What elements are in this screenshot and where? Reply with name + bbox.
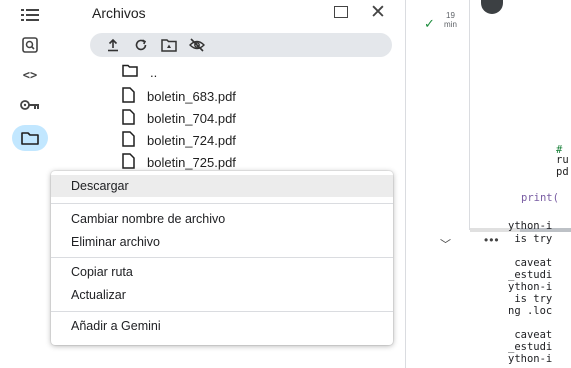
files-toolbar: [90, 33, 392, 57]
refresh-icon[interactable]: [132, 36, 150, 54]
rename-menu-item[interactable]: Cambiar nombre de archivo: [51, 208, 393, 230]
file-item[interactable]: boletin_725.pdf: [122, 152, 236, 172]
folder-icon: [21, 131, 39, 145]
run-cell-button[interactable]: [481, 0, 503, 14]
add-to-gemini-menu-item[interactable]: Añadir a Gemini: [51, 315, 393, 337]
check-icon: ✓: [424, 16, 435, 31]
files-button[interactable]: [12, 125, 48, 151]
file-name: boletin_725.pdf: [147, 154, 236, 170]
exec-time-value: 19: [446, 11, 455, 20]
folder-icon: [122, 64, 150, 80]
output-line: _estudi: [508, 341, 553, 353]
hide-icon[interactable]: [188, 36, 206, 54]
panel-title: Archivos: [92, 5, 146, 21]
code-line: pd: [556, 166, 569, 178]
parent-folder-item[interactable]: ..: [122, 62, 157, 82]
output-line: ython-i: [508, 220, 553, 232]
chevron-down-icon[interactable]: ﹀: [440, 236, 451, 252]
output-line: _estudi: [508, 269, 553, 281]
file-icon: [122, 86, 147, 106]
output-more-icon[interactable]: •••: [484, 233, 500, 247]
file-icon: [122, 130, 147, 150]
code-print: print(: [521, 192, 559, 204]
menu-divider: [51, 311, 393, 312]
code-line: ru: [556, 154, 569, 166]
file-name: boletin_704.pdf: [147, 110, 236, 126]
output-line: is try: [508, 293, 553, 305]
output-line: ython-i: [508, 353, 553, 365]
file-name: boletin_683.pdf: [147, 88, 236, 104]
output-line: is try: [508, 233, 553, 245]
copy-path-menu-item[interactable]: Copiar ruta: [51, 261, 393, 283]
menu-divider: [51, 203, 393, 204]
file-name: boletin_724.pdf: [147, 132, 236, 148]
download-menu-item[interactable]: Descargar: [51, 175, 393, 197]
refresh-menu-item[interactable]: Actualizar: [51, 284, 393, 306]
upload-icon[interactable]: [104, 36, 122, 54]
key-icon: [20, 99, 40, 111]
open-in-tab-icon[interactable]: [334, 6, 348, 18]
file-name: ..: [150, 64, 158, 80]
file-icon: [122, 152, 147, 172]
output-line: ng .loc: [508, 305, 553, 317]
file-item[interactable]: boletin_704.pdf: [122, 108, 236, 128]
secrets-button[interactable]: [12, 92, 48, 118]
delete-menu-item[interactable]: Eliminar archivo: [51, 231, 393, 253]
file-context-menu: Descargar Cambiar nombre de archivo Elim…: [51, 171, 393, 345]
search-button[interactable]: [12, 32, 48, 58]
file-item[interactable]: boletin_724.pdf: [122, 130, 236, 150]
code-snippets-button[interactable]: <>: [12, 62, 48, 88]
output-line: caveat: [508, 257, 553, 269]
menu-divider: [51, 257, 393, 258]
file-icon: [122, 108, 147, 128]
close-icon[interactable]: ✕: [370, 1, 386, 24]
exec-time-unit: min: [444, 20, 457, 29]
output-line: caveat: [508, 329, 553, 341]
list-icon: [21, 8, 39, 22]
drive-folder-icon[interactable]: [160, 36, 178, 54]
file-item[interactable]: boletin_683.pdf: [122, 86, 236, 106]
output-line: ython-i: [508, 281, 553, 293]
cell-gutter-line: [469, 0, 470, 230]
table-of-contents-button[interactable]: [12, 2, 48, 28]
code-icon: <>: [22, 68, 38, 82]
search-icon: [22, 37, 38, 53]
